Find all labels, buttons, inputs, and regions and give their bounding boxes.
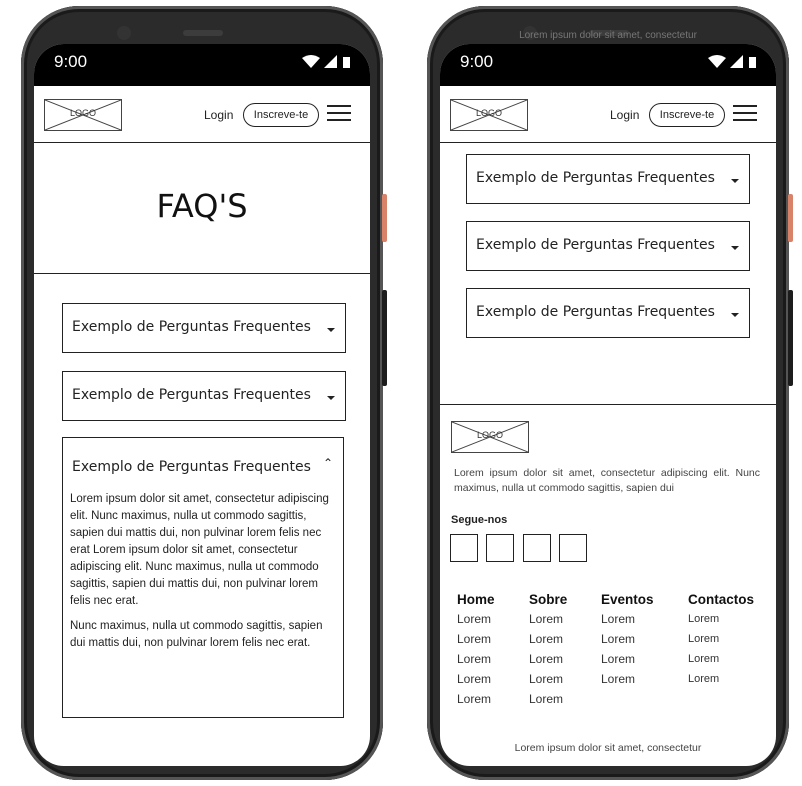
faq-question: Exemplo de Perguntas Frequentes xyxy=(72,319,311,335)
social-icon[interactable] xyxy=(486,534,514,562)
footer-logo[interactable]: LOGO xyxy=(451,421,529,453)
faq-item-3[interactable]: Exemplo de Perguntas Frequentes xyxy=(466,288,750,338)
chevron-up-icon[interactable]: ⌃ xyxy=(323,456,333,470)
faq-answer: Lorem ipsum dolor sit amet, consectetur … xyxy=(70,491,332,660)
follow-us-label: Segue-nos xyxy=(451,514,508,526)
footer-column-title[interactable]: Sobre xyxy=(529,592,567,607)
top-navbar: LOGO Login Inscreve-te xyxy=(440,86,776,143)
phone-frame-right: Lorem ipsum dolor sit amet, consectetur … xyxy=(427,6,793,780)
footer-link[interactable]: Lorem xyxy=(529,649,567,669)
status-icons xyxy=(302,55,350,68)
footer-link[interactable]: Lorem xyxy=(601,669,654,689)
footer-link[interactable]: Lorem xyxy=(688,669,754,689)
faq-question: Exemplo de Perguntas Frequentes xyxy=(72,459,311,475)
faq-item-3-expanded[interactable]: Exemplo de Perguntas Frequentes ⌃ Lorem … xyxy=(62,437,344,718)
signal-icon xyxy=(730,55,743,68)
faq-question: Exemplo de Perguntas Frequentes xyxy=(72,387,311,403)
footer-link[interactable]: Lorem xyxy=(688,649,754,669)
footer-link[interactable]: Lorem xyxy=(529,669,567,689)
wifi-icon xyxy=(302,55,320,68)
footer-link[interactable]: Lorem xyxy=(457,609,495,629)
footer-link[interactable]: Lorem xyxy=(529,629,567,649)
footer-link[interactable]: Lorem xyxy=(457,629,495,649)
social-icon[interactable] xyxy=(450,534,478,562)
caret-down-icon xyxy=(327,328,335,332)
side-button-volume xyxy=(382,290,387,386)
footer-column-title[interactable]: Home xyxy=(457,592,495,607)
battery-icon xyxy=(343,57,350,68)
caret-down-icon xyxy=(731,313,739,317)
faq-hero: FAQ'S xyxy=(34,143,370,274)
footer-column-title[interactable]: Contactos xyxy=(688,592,754,607)
logo[interactable]: LOGO xyxy=(44,99,122,131)
screen-faq-footer: 9:00 LOGO Login Inscreve-te Exemplo de P… xyxy=(440,44,776,766)
footer-divider xyxy=(440,404,776,405)
speaker-grill xyxy=(183,30,223,36)
social-icon[interactable] xyxy=(559,534,587,562)
footer-link[interactable]: Lorem xyxy=(601,609,654,629)
logo[interactable]: LOGO xyxy=(450,99,528,131)
status-time: 9:00 xyxy=(54,52,88,71)
side-button-accent xyxy=(382,194,387,242)
hamburger-menu-icon[interactable] xyxy=(327,105,351,123)
caret-down-icon xyxy=(327,396,335,400)
signup-button[interactable]: Inscreve-te xyxy=(243,103,319,127)
footer-column-sobre: Sobre Lorem Lorem Lorem Lorem Lorem xyxy=(529,592,567,709)
footer-link[interactable]: Lorem xyxy=(688,629,754,649)
footer-link[interactable]: Lorem xyxy=(457,669,495,689)
signal-icon xyxy=(324,55,337,68)
faq-item-2[interactable]: Exemplo de Perguntas Frequentes xyxy=(466,221,750,271)
faq-question: Exemplo de Perguntas Frequentes xyxy=(476,304,715,320)
footer-link[interactable]: Lorem xyxy=(601,629,654,649)
footer-bottom-note: Lorem ipsum dolor sit amet, consectetur xyxy=(514,742,702,754)
logo-label: LOGO xyxy=(476,430,503,440)
footer-column-eventos: Eventos Lorem Lorem Lorem Lorem xyxy=(601,592,654,689)
top-navbar: LOGO Login Inscreve-te xyxy=(34,86,370,143)
side-button-accent xyxy=(788,194,793,242)
battery-icon xyxy=(749,57,756,68)
faq-answer-paragraph-2: Nunc maximus, nulla ut commodo sagittis,… xyxy=(70,620,323,649)
camera-icon xyxy=(117,26,131,40)
faq-answer-paragraph-1: Lorem ipsum dolor sit amet, consectetur … xyxy=(70,493,329,607)
footer-link[interactable]: Lorem xyxy=(529,689,567,709)
caret-down-icon xyxy=(731,246,739,250)
footer-column-title[interactable]: Eventos xyxy=(601,592,654,607)
phone-frame-left: 9:00 LOGO Login Inscreve-te FAQ'S Exempl… xyxy=(21,6,387,780)
screen-faq: 9:00 LOGO Login Inscreve-te FAQ'S Exempl… xyxy=(34,44,370,766)
status-time: 9:00 xyxy=(460,52,494,71)
footer-link[interactable]: Lorem xyxy=(457,649,495,669)
faq-item-1[interactable]: Exemplo de Perguntas Frequentes xyxy=(466,154,750,204)
wifi-icon xyxy=(708,55,726,68)
footer-column-contactos: Contactos Lorem Lorem Lorem Lorem xyxy=(688,592,754,689)
status-bar: 9:00 xyxy=(34,44,370,86)
caret-down-icon xyxy=(731,179,739,183)
footer-description: Lorem ipsum dolor sit amet, consectetur … xyxy=(454,467,760,494)
status-bar: 9:00 xyxy=(440,44,776,86)
hamburger-menu-icon[interactable] xyxy=(733,105,757,123)
logo-label: LOGO xyxy=(69,108,96,118)
footer-link[interactable]: Lorem xyxy=(529,609,567,629)
side-button-volume xyxy=(788,290,793,386)
login-link[interactable]: Login xyxy=(204,108,233,122)
social-icon[interactable] xyxy=(523,534,551,562)
faq-item-2[interactable]: Exemplo de Perguntas Frequentes xyxy=(62,371,346,421)
logo-label: LOGO xyxy=(475,108,502,118)
footer-link[interactable]: Lorem xyxy=(457,689,495,709)
faq-question: Exemplo de Perguntas Frequentes xyxy=(476,237,715,253)
footer-link[interactable]: Lorem xyxy=(688,609,754,629)
ghost-caption: Lorem ipsum dolor sit amet, consectetur xyxy=(519,30,697,41)
faq-item-1[interactable]: Exemplo de Perguntas Frequentes xyxy=(62,303,346,353)
signup-button[interactable]: Inscreve-te xyxy=(649,103,725,127)
faq-question: Exemplo de Perguntas Frequentes xyxy=(476,170,715,186)
footer-link[interactable]: Lorem xyxy=(601,649,654,669)
footer-column-home: Home Lorem Lorem Lorem Lorem Lorem xyxy=(457,592,495,709)
page-title: FAQ'S xyxy=(156,187,248,225)
login-link[interactable]: Login xyxy=(610,108,639,122)
status-icons xyxy=(708,55,756,68)
